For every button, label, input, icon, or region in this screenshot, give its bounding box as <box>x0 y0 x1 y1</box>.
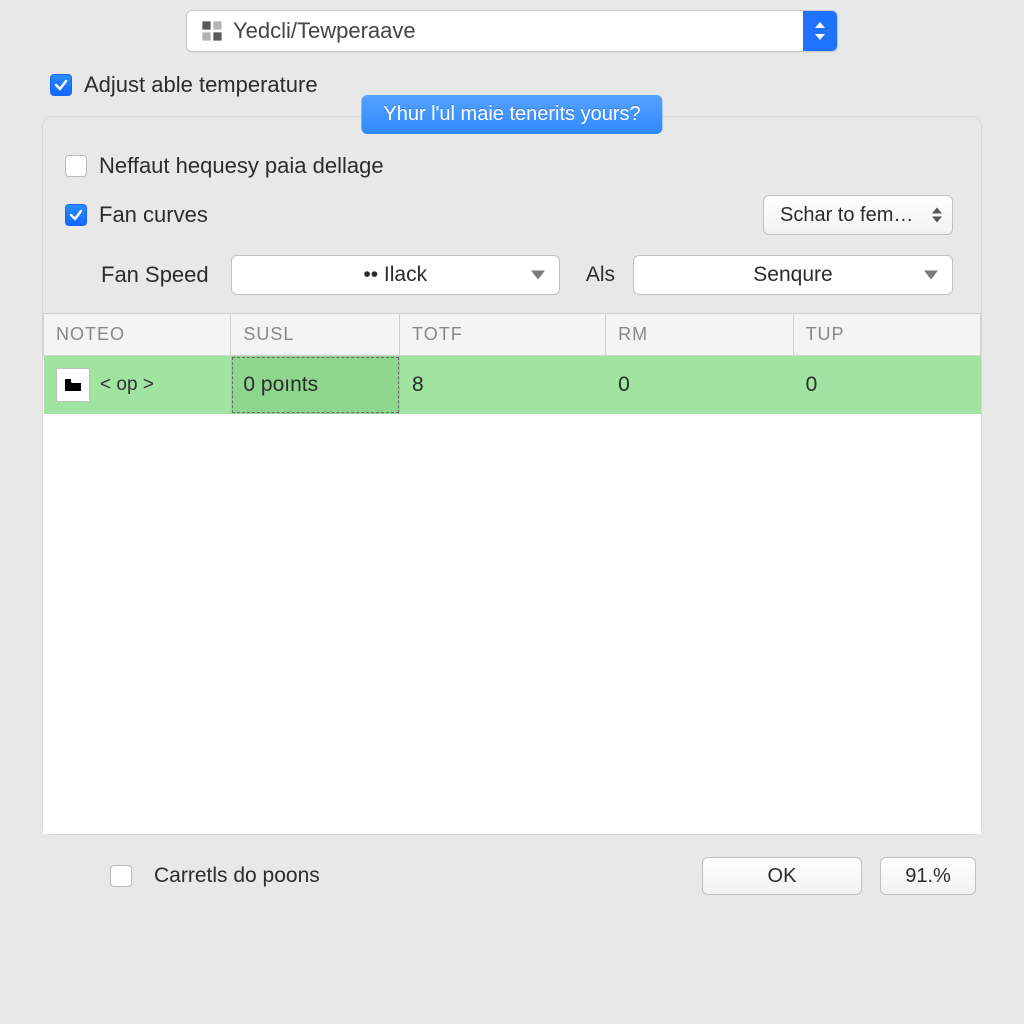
folder-icon <box>56 368 90 402</box>
als-value: Senqure <box>753 263 832 287</box>
fan-speed-value: •• Ilack <box>363 263 427 287</box>
neffaut-checkbox[interactable] <box>65 155 87 177</box>
als-combo[interactable]: Senqure <box>633 255 953 295</box>
profile-icon <box>201 20 223 42</box>
fan-curves-checkbox[interactable] <box>65 204 87 226</box>
noteo-op: < op > <box>100 374 154 396</box>
top-profile-label: Yedcli/Tewperaave <box>233 18 803 44</box>
col-susl[interactable]: SUSL <box>231 314 400 356</box>
fan-speed-combo[interactable]: •• Ilack <box>231 255 560 295</box>
cell-totf[interactable]: 8 <box>400 356 606 415</box>
fan-curves-label: Fan curves <box>99 202 208 228</box>
settings-group: Yhur l'ul maie tenerits yours? Neffaut h… <box>42 116 982 835</box>
spin-icon[interactable] <box>803 11 837 51</box>
carretls-checkbox[interactable] <box>110 865 132 887</box>
col-rm[interactable]: RM <box>606 314 793 356</box>
col-totf[interactable]: TOTF <box>400 314 606 356</box>
chevron-down-icon <box>531 271 545 280</box>
table-empty-area <box>44 414 981 834</box>
col-noteo[interactable]: NOTEO <box>44 314 231 356</box>
neffaut-label: Neffaut hequesy paia dellage <box>99 153 384 179</box>
adjust-temperature-label: Adjust able temperature <box>84 72 318 98</box>
als-label: Als <box>586 263 615 287</box>
cell-tup[interactable]: 0 <box>793 356 980 415</box>
updown-icon <box>932 208 942 223</box>
percent-button-label: 91.% <box>905 865 951 888</box>
schar-select-label: Schar to fem… <box>780 204 913 227</box>
cell-susl[interactable]: 0 poınts <box>231 356 400 415</box>
ok-button-label: OK <box>768 865 797 888</box>
schar-select[interactable]: Schar to fem… <box>763 195 953 235</box>
col-tup[interactable]: TUP <box>793 314 980 356</box>
group-title-pill: Yhur l'ul maie tenerits yours? <box>361 95 662 134</box>
cell-rm[interactable]: 0 <box>606 356 793 415</box>
top-profile-select[interactable]: Yedcli/Tewperaave <box>186 10 838 52</box>
data-table: NOTEO SUSL TOTF RM TUP <box>43 313 981 834</box>
ok-button[interactable]: OK <box>702 857 862 895</box>
table-header-row: NOTEO SUSL TOTF RM TUP <box>44 314 981 356</box>
table-row[interactable]: < op > 0 poınts 8 0 0 <box>44 356 981 415</box>
carretls-label: Carretls do poons <box>154 864 320 888</box>
adjust-temperature-checkbox[interactable] <box>50 74 72 96</box>
fan-speed-label: Fan Speed <box>101 262 209 288</box>
percent-button[interactable]: 91.% <box>880 857 976 895</box>
chevron-down-icon <box>924 271 938 280</box>
